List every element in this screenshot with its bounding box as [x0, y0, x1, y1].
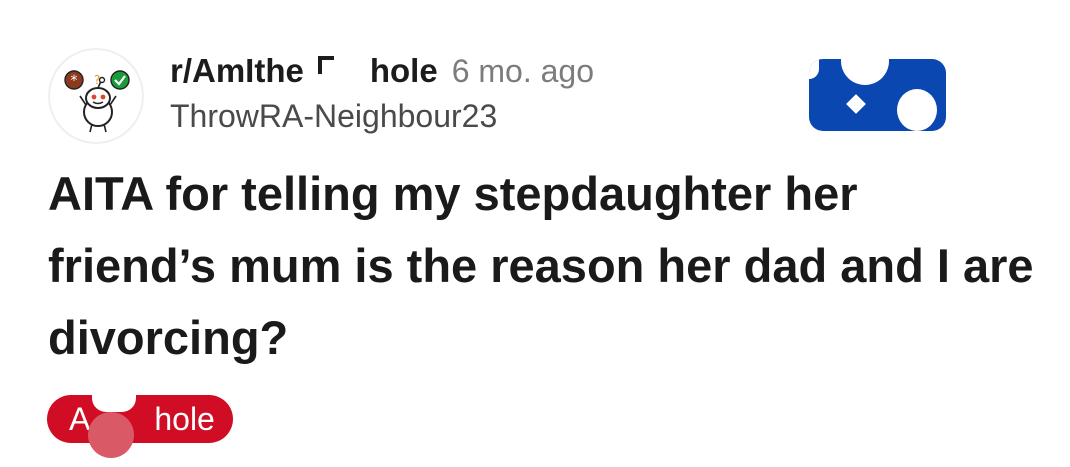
post-meta: r/AmIthe hole 6 mo. ago	[170, 52, 594, 92]
subreddit-name[interactable]: r/AmIthe hole	[170, 52, 438, 90]
subreddit-avatar[interactable]: * ?	[48, 48, 144, 144]
redaction-mark	[318, 56, 334, 74]
redaction-dot	[88, 412, 134, 458]
author-username[interactable]: ThrowRA-Neighbour23	[170, 98, 497, 135]
reddit-snoo-icon: * ?	[64, 70, 130, 133]
redaction-mask	[92, 382, 136, 412]
post-title[interactable]: AITA for telling my stepdaughter her fri…	[48, 158, 1038, 374]
join-button[interactable]	[809, 59, 946, 131]
redaction-blot	[897, 89, 937, 131]
redaction-blot	[809, 59, 819, 79]
svg-text:?: ?	[94, 73, 100, 87]
svg-text:*: *	[71, 73, 78, 89]
redaction-blot	[841, 59, 889, 85]
redaction-blot	[846, 94, 866, 114]
post-flair[interactable]: A hole	[47, 395, 233, 443]
post-time: 6 mo. ago	[451, 53, 595, 89]
